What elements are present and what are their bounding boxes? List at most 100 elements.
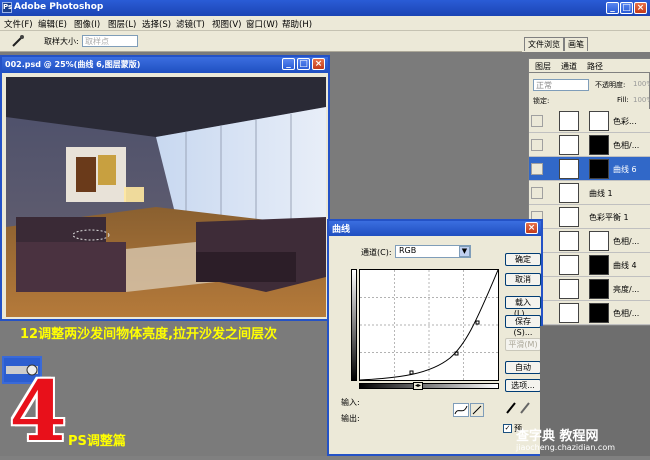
app-title-bar: Ps Adobe Photoshop _ □ × — [0, 0, 650, 16]
minimize-icon[interactable]: _ — [606, 2, 619, 14]
layer-mask-thumbnail[interactable] — [589, 279, 609, 299]
close-icon[interactable]: × — [634, 2, 647, 14]
input-label: 输入: — [341, 398, 360, 407]
blend-mode-select[interactable]: 正常 — [533, 79, 589, 91]
sample-size-select[interactable]: 取样点 — [82, 35, 138, 47]
menu-layer[interactable]: 图层(L) — [108, 18, 136, 30]
layer-name: 曲线 6 — [613, 165, 637, 174]
tab-file-browser[interactable]: 文件浏览 — [524, 37, 564, 51]
layer-name: 色相/... — [613, 141, 640, 150]
layer-row[interactable]: 亮度/... — [529, 277, 650, 301]
layers-tab-row: 图层 通道 路径 — [529, 59, 650, 73]
curve-point — [409, 370, 414, 375]
layer-mask-thumbnail[interactable] — [589, 111, 609, 131]
layer-name: 色相/... — [613, 237, 640, 246]
curve-tool-icon[interactable] — [453, 403, 469, 417]
layer-mask-thumbnail[interactable] — [589, 159, 609, 179]
layer-row[interactable]: 曲线 1 — [529, 181, 650, 205]
layer-row[interactable]: 色相/... — [529, 229, 650, 253]
pencil-icon[interactable] — [470, 403, 484, 417]
curves-graph[interactable] — [359, 269, 499, 381]
gradient-toggle-icon[interactable]: ◂▸ — [413, 382, 423, 390]
layer-mask-thumbnail[interactable] — [589, 231, 609, 251]
curve-point — [454, 351, 459, 356]
curves-title: 曲线 — [332, 225, 351, 235]
adjustment-layer-icon — [559, 303, 579, 323]
cancel-button[interactable]: 取消 — [505, 273, 541, 286]
document-window: 002.psd @ 25%(曲线 6,图层蒙版) _ □ × — [0, 55, 330, 321]
layer-name: 曲线 1 — [589, 189, 613, 198]
eyedropper-icon[interactable] — [10, 35, 26, 47]
gray-eyedropper-icon[interactable] — [519, 401, 531, 415]
layer-row-selected[interactable]: 曲线 6 — [529, 157, 650, 181]
lock-label: 锁定: — [533, 97, 550, 105]
curves-layer-icon — [559, 183, 579, 203]
eye-icon[interactable] — [531, 187, 543, 199]
tab-paths[interactable]: 路径 — [587, 61, 603, 72]
menu-view[interactable]: 视图(V) — [212, 18, 241, 30]
menu-select[interactable]: 选择(S) — [142, 18, 171, 30]
eye-icon[interactable] — [531, 163, 543, 175]
layer-row[interactable]: 色相/... — [529, 301, 650, 325]
layers-panel: 图层 通道 路径 正常 不透明度: 100% 锁定: Fill: 100% 色彩… — [528, 58, 650, 326]
layer-visibility-toggle[interactable] — [531, 139, 543, 151]
output-label: 输出: — [341, 414, 360, 423]
curves-close-icon[interactable]: × — [525, 222, 538, 234]
layer-name: 色彩... — [613, 117, 637, 126]
menu-image[interactable]: 图像(I) — [74, 18, 100, 30]
menu-filter[interactable]: 滤镜(T) — [176, 18, 205, 30]
watermark: 查字典 教程网 jiaocheng.chazidian.com — [510, 425, 650, 456]
save-button[interactable]: 保存(S)... — [505, 315, 541, 337]
tab-brushes[interactable]: 画笔 — [564, 37, 588, 51]
layer-name: 色彩平衡 1 — [589, 213, 629, 222]
auto-button[interactable]: 自动 — [505, 361, 541, 374]
curve-point — [475, 320, 480, 325]
curves-dialog: 曲线 × 通道(C): RGB ▼ 确定 取消 载入(L)... 保存(S)..… — [327, 219, 543, 456]
layer-name: 亮度/... — [613, 285, 640, 294]
doc-close-icon[interactable]: × — [312, 58, 325, 70]
sample-size-label: 取样大小: — [44, 37, 79, 46]
menu-edit[interactable]: 编辑(E) — [38, 18, 67, 30]
chevron-down-icon[interactable]: ▼ — [459, 246, 470, 257]
layer-name: 曲线 4 — [613, 261, 637, 270]
layer-row[interactable]: 色相/... — [529, 133, 650, 157]
curves-title-bar[interactable]: 曲线 × — [329, 221, 541, 236]
document-title-bar[interactable]: 002.psd @ 25%(曲线 6,图层蒙版) _ □ × — [2, 57, 328, 73]
opacity-label: 不透明度: — [595, 81, 626, 89]
layer-mask-thumbnail[interactable] — [589, 255, 609, 275]
options-button[interactable]: 选项... — [505, 379, 541, 392]
layer-row[interactable]: 曲线 4 — [529, 253, 650, 277]
tab-channels[interactable]: 通道 — [561, 61, 577, 72]
load-button[interactable]: 载入(L)... — [505, 296, 541, 318]
layer-mask-thumbnail[interactable] — [589, 303, 609, 323]
app-title: Adobe Photoshop — [14, 2, 104, 12]
menu-help[interactable]: 帮助(H) — [282, 18, 312, 30]
doc-minimize-icon[interactable]: _ — [282, 58, 295, 70]
opacity-value[interactable]: 100% — [633, 80, 650, 88]
maximize-icon[interactable]: □ — [620, 2, 633, 14]
output-gradient-bar — [351, 269, 357, 381]
room-photo — [6, 77, 326, 317]
layer-mask-thumbnail[interactable] — [589, 135, 609, 155]
input-gradient-bar — [359, 383, 499, 389]
fill-value[interactable]: 100% — [633, 96, 650, 104]
color-balance-layer-icon — [559, 207, 579, 227]
layer-row[interactable]: 色彩平衡 1 — [529, 205, 650, 229]
menu-file[interactable]: 文件(F) — [4, 18, 33, 30]
smooth-button[interactable]: 平滑(M) — [505, 338, 541, 351]
menu-bar: 文件(F) 编辑(E) 图像(I) 图层(L) 选择(S) 滤镜(T) 视图(V… — [0, 16, 650, 31]
doc-maximize-icon[interactable]: □ — [297, 58, 310, 70]
document-title: 002.psd @ 25%(曲线 6,图层蒙版) — [5, 60, 141, 69]
ok-button[interactable]: 确定 — [505, 253, 541, 266]
adjustment-layer-icon — [559, 135, 579, 155]
layer-row[interactable]: 色彩... — [529, 109, 650, 133]
menu-window[interactable]: 窗口(W) — [246, 18, 278, 30]
black-eyedropper-icon[interactable] — [505, 401, 517, 415]
layer-name: 色相/... — [613, 309, 640, 318]
adjustment-layer-icon — [559, 111, 579, 131]
channel-label: 通道(C): — [361, 248, 392, 257]
layer-visibility-toggle[interactable] — [531, 115, 543, 127]
curves-layer-icon — [559, 255, 579, 275]
tab-layers[interactable]: 图层 — [535, 61, 551, 72]
adjustment-layer-icon — [559, 231, 579, 251]
